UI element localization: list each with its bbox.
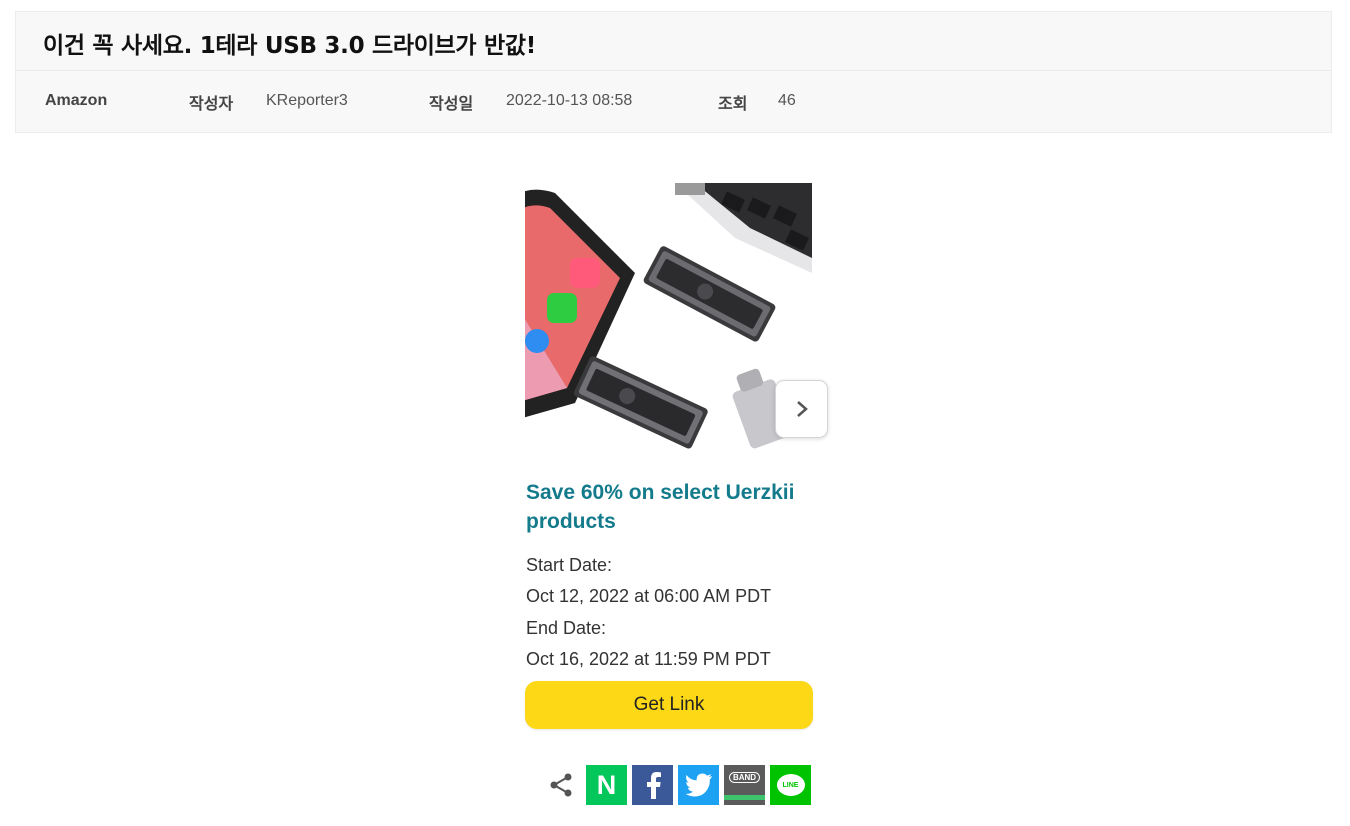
end-date-value: Oct 16, 2022 at 11:59 PM PDT (526, 649, 771, 669)
views-value: 46 (778, 92, 796, 109)
post-header: 이건 꼭 사세요. 1테라 USB 3.0 드라이브가 반값! Amazon 작… (15, 11, 1332, 133)
category-label: Amazon (45, 92, 108, 109)
deal-card (525, 183, 813, 468)
post-title: 이건 꼭 사세요. 1테라 USB 3.0 드라이브가 반값! (43, 33, 536, 59)
author-label: 작성자 (189, 94, 234, 113)
deal-title[interactable]: Save 60% on select Uerzkii products (526, 478, 821, 536)
usb-drive-product-photo (525, 183, 812, 449)
twitter-icon[interactable] (678, 765, 719, 805)
header-divider (16, 70, 1331, 71)
views-label: 조회 (718, 94, 748, 113)
date-value: 2022-10-13 08:58 (506, 92, 633, 109)
naver-icon[interactable]: N (586, 765, 627, 805)
start-date-label: Start Date: (526, 555, 613, 575)
band-icon[interactable]: BAND (724, 765, 765, 805)
band-label: BAND (728, 772, 761, 783)
line-icon[interactable]: LINE (770, 765, 811, 805)
date-label: 작성일 (429, 94, 474, 113)
author-value[interactable]: KReporter3 (266, 92, 348, 110)
facebook-icon[interactable] (632, 765, 673, 805)
chevron-right-icon (796, 401, 808, 417)
end-date-label: End Date: (526, 618, 607, 638)
carousel-next-button[interactable] (775, 380, 828, 438)
naver-letter: N (596, 769, 617, 800)
product-image[interactable] (525, 183, 812, 468)
get-link-button[interactable]: Get Link (525, 681, 813, 729)
start-date-value: Oct 12, 2022 at 06:00 AM PDT (526, 586, 772, 606)
share-bar: N BAND LINE (545, 765, 816, 805)
line-label: LINE (782, 781, 799, 789)
share-icon[interactable] (545, 765, 577, 805)
